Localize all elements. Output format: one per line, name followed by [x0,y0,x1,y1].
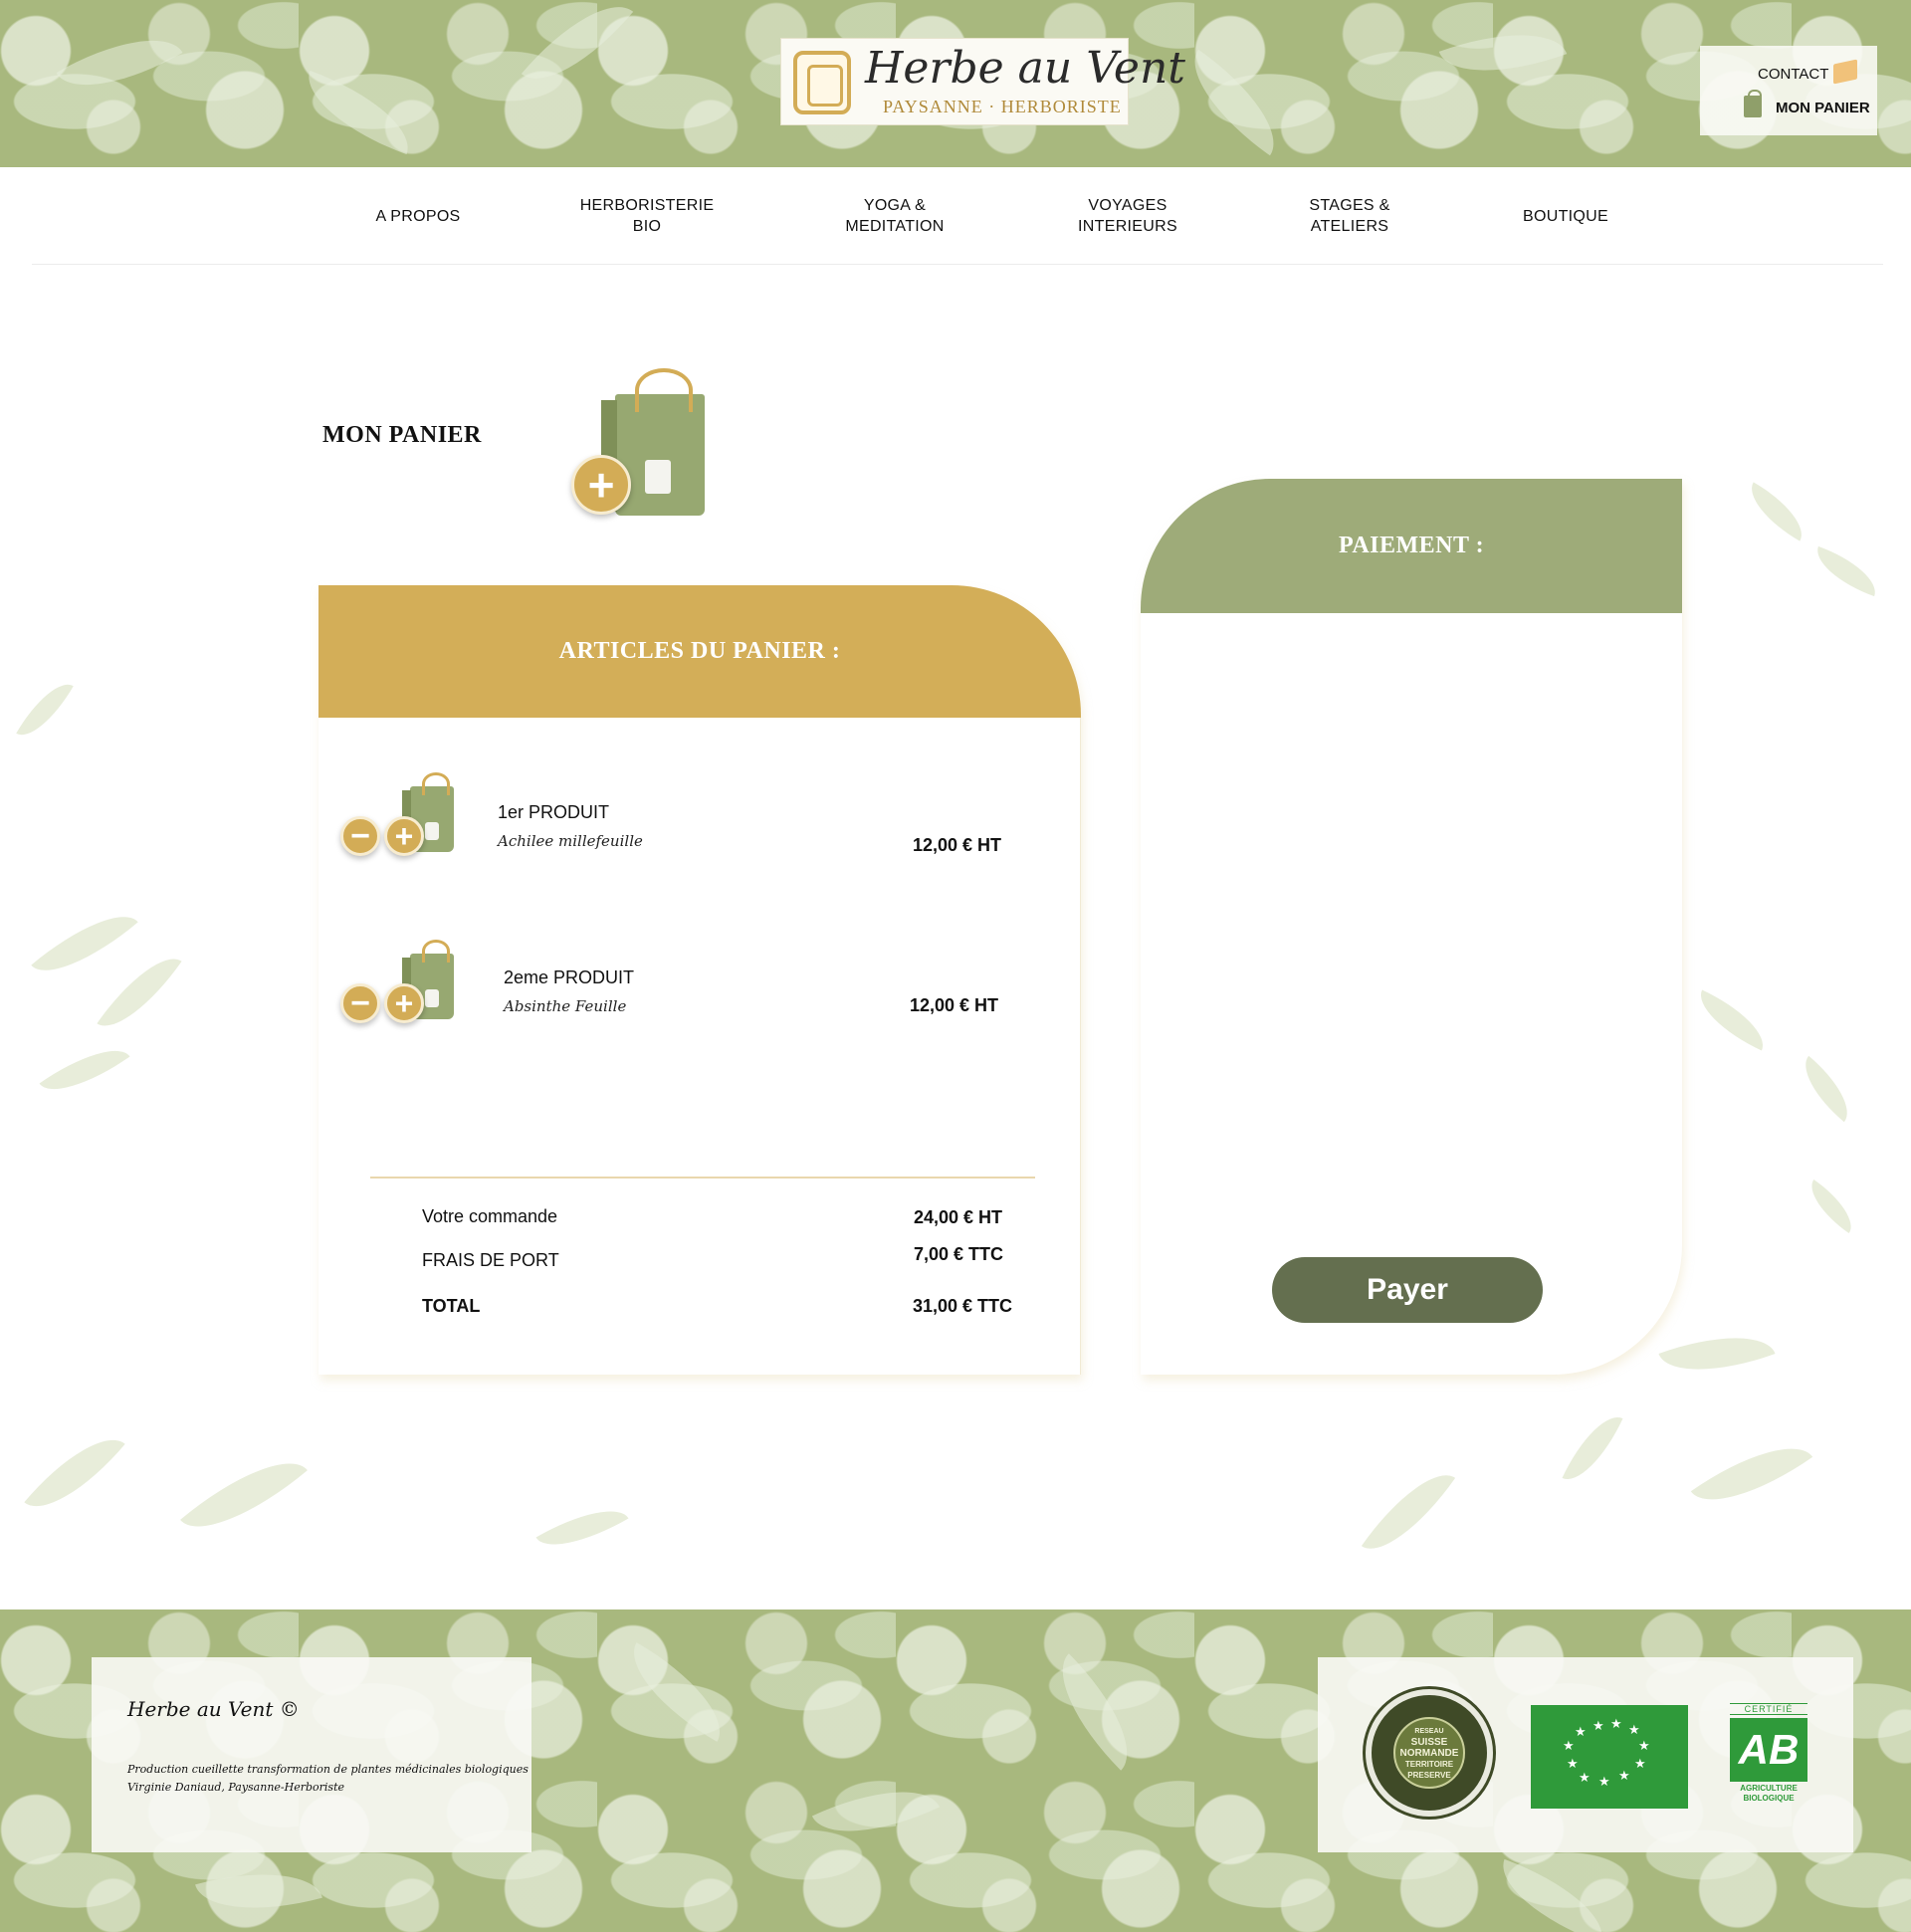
page-title: MON PANIER [322,422,482,448]
logo-emblem-icon [793,51,851,114]
nav-label: YOGA & [863,197,927,214]
shipping-label: FRAIS DE PORT [422,1250,559,1270]
nav-label: VOYAGES [1088,197,1168,214]
shopping-bag-icon [601,368,705,516]
ab-bottom-line: BIOLOGIQUE [1743,1794,1795,1803]
nav-label: STAGES & [1309,197,1390,214]
nav-item-herboristerie-bio[interactable]: HERBORISTERIE BIO [547,167,746,265]
total-value: 31,00 € TTC [913,1296,1013,1316]
product-price: 12,00 € HT [913,835,1002,855]
nav-item-a-propos[interactable]: A PROPOS [318,167,518,265]
product-price: 12,00 € HT [910,995,999,1015]
certification-logos: RESEAU SUISSE NORMANDE TERRITOIRE PRESER… [1318,1657,1853,1852]
ab-bottom-text: AGRICULTURE BIOLOGIQUE [1730,1784,1807,1804]
seal-text: SUISSE [1410,1736,1448,1748]
nav-label-line2: BIO [632,218,662,235]
minus-icon[interactable]: − [340,983,380,1023]
ab-bottom-line: AGRICULTURE [1740,1784,1798,1793]
add-to-cart-plus-icon[interactable]: + [571,455,631,515]
footer-info: Herbe au Vent © Production cueillette tr… [92,1657,531,1852]
nav-label: HERBORISTERIE [579,197,715,214]
cart-header: ARTICLES DU PANIER : [318,585,1081,718]
nav-label-line2: INTERIEURS [1078,218,1177,235]
payment-header: PAIEMENT : [1141,479,1682,613]
shopping-bag-icon[interactable] [1744,90,1762,117]
logo-title: Herbe au Vent [865,43,1185,94]
product-name: 1er PRODUIT [498,802,610,822]
site-logo[interactable]: Herbe au Vent PAYSANNE · HERBORISTE [780,38,1185,125]
nav-label: A PROPOS [375,207,461,225]
main-nav: A PROPOS HERBORISTERIE BIO YOGA & MEDITATI… [32,167,1883,265]
product-name: 2eme PRODUIT [504,967,635,987]
logo-tagline: PAYSANNE · HERBORISTE [883,97,1122,116]
envelope-icon[interactable] [1833,59,1857,85]
nav-item-stages-ateliers[interactable]: STAGES & ATELIERS [1250,167,1449,265]
cart-panel: ARTICLES DU PANIER : − + 1er PRODUIT Ach… [318,585,1081,1375]
footer-brand: Herbe au Vent © [127,1697,300,1721]
ab-top-text: CERTIFIÉ [1730,1703,1807,1715]
nav-label-line2: ATELIERS [1310,218,1389,235]
product-subtitle: Achilee millefeuille [498,832,643,850]
minus-icon[interactable]: − [340,816,380,856]
plus-icon[interactable]: + [384,983,424,1023]
order-subtotal-value: 24,00 € HT [914,1207,1003,1227]
cart-item: − + 1er PRODUIT Achilee millefeuille 12,… [318,772,1081,884]
nav-item-boutique[interactable]: BOUTIQUE [1466,167,1665,265]
seal-text: NORMANDE [1399,1747,1459,1759]
cart-link[interactable]: MON PANIER [1776,100,1870,116]
seal-text: PRESERVE [1407,1770,1451,1780]
product-subtitle: Absinthe Feuille [504,997,627,1015]
pay-button[interactable]: Payer [1272,1257,1543,1323]
plus-icon[interactable]: + [384,816,424,856]
eu-organic-leaf-icon: ★ ★ ★ ★ ★ ★ ★ ★ ★ ★ ★ [1531,1705,1688,1809]
seal-text: RESEAU [1414,1727,1444,1735]
payment-panel: PAIEMENT : Payer [1141,479,1682,1375]
summary-divider [370,1177,1035,1179]
bio-seal-icon: RESEAU SUISSE NORMANDE TERRITOIRE PRESER… [1366,1689,1493,1817]
order-subtotal-label: Votre commande [422,1206,558,1226]
utility-links: CONTACT MON PANIER [1700,46,1877,135]
nav-label: BOUTIQUE [1523,207,1608,225]
footer-description: Production cueillette transformation de … [127,1763,529,1776]
nav-item-yoga-meditation[interactable]: YOGA & MEDITATION [795,167,994,265]
cart-item: − + 2eme PRODUIT Absinthe Feuille 12,00 … [318,940,1081,1051]
ab-mark-text: AB [1730,1718,1807,1782]
shipping-value: 7,00 € TTC [914,1244,1004,1264]
seal-text: TERRITOIRE [1404,1759,1454,1769]
total-label: TOTAL [422,1296,481,1316]
nav-label-line2: MEDITATION [845,218,945,235]
footer-owner: Virginie Daniaud, Paysanne-Herboriste [127,1781,345,1794]
ab-certification-icon: CERTIFIÉ AB AGRICULTURE BIOLOGIQUE [1730,1703,1807,1807]
contact-link[interactable]: CONTACT [1758,66,1828,83]
nav-item-voyages-interieurs[interactable]: VOYAGES INTERIEURS [1028,167,1227,265]
